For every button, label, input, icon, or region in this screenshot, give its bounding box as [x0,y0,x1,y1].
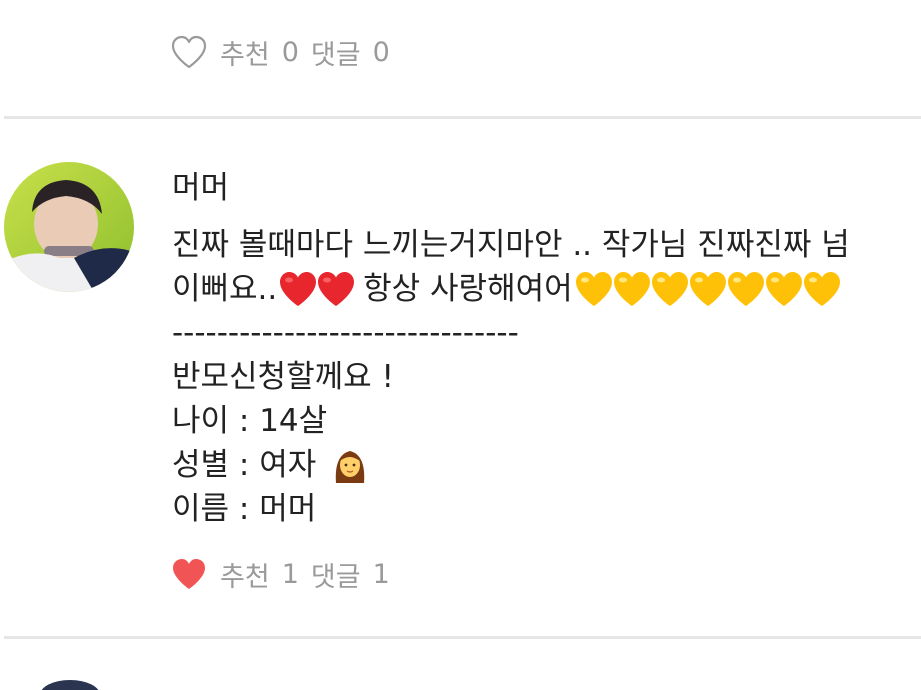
reply-label[interactable]: 댓글 [311,555,361,594]
comment-line: ------------------------------- [172,315,519,351]
comment-actions: 추천 1 댓글 1 [170,554,390,594]
yellow-heart-emoji [687,269,729,309]
heart-filled-icon[interactable] [170,556,208,592]
comment-list: 추천 0 댓글 0 머머 진짜 볼때마다 느끼는거지마안 .. 작가님 진짜진짜… [0,0,921,690]
comment-line: 반모신청할께요 ! [172,359,394,395]
comment-body: 진짜 볼때마다 느끼는거지마안 .. 작가님 진짜진짜 넘 이뻐요.. 항상 사… [172,223,912,531]
comment-line-text: 항상 사랑해여어 [353,271,573,307]
comment-divider [4,636,921,639]
yellow-heart-emoji [573,269,615,309]
comment-line: 성별 : 여자 [172,443,912,487]
yellow-heart-emoji [725,269,767,309]
recommend-label[interactable]: 추천 [220,555,270,594]
recommend-count: 0 [281,36,299,68]
yellow-heart-emoji [611,269,653,309]
comment-line: 이뻐요.. 항상 사랑해여어 [172,267,912,311]
next-comment-avatar[interactable] [40,680,100,690]
recommend-count: 1 [281,558,299,590]
reply-count: 0 [372,36,390,68]
comment-line: 진짜 볼때마다 느끼는거지마안 .. 작가님 진짜진짜 넘 [172,227,850,263]
heart-outline-icon[interactable] [170,34,208,70]
yellow-heart-emoji [763,269,805,309]
comment-line-text: 이뻐요.. [172,271,278,307]
recommend-label[interactable]: 추천 [220,33,270,72]
red-heart-emoji [277,269,319,309]
previous-comment-actions: 추천 0 댓글 0 [170,32,390,72]
comment-line-text: 성별 : 여자 [172,447,327,483]
yellow-heart-emoji [649,269,691,309]
reply-label[interactable]: 댓글 [311,33,361,72]
avatar[interactable] [4,162,134,292]
comment-line: 나이 : 14살 [172,403,328,439]
yellow-heart-emoji [801,269,843,309]
red-heart-emoji [315,269,357,309]
comment-line: 이름 : 머머 [172,491,317,527]
woman-emoji [330,445,370,485]
comment-divider [4,116,921,119]
comment-author[interactable]: 머머 [172,162,229,207]
reply-count: 1 [372,558,390,590]
